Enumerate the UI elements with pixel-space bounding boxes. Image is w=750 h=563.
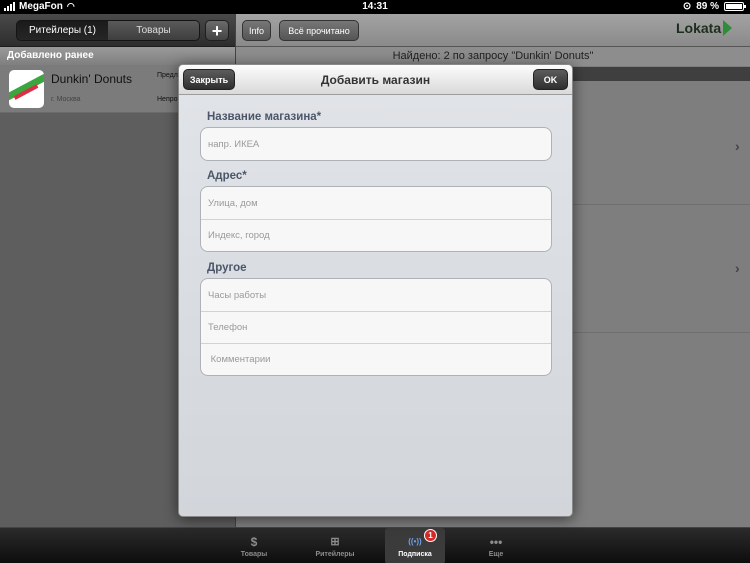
store-name-input[interactable] <box>201 128 551 160</box>
segment-products[interactable]: Товары <box>108 21 199 40</box>
tab-more[interactable]: ••• Еще <box>466 528 526 563</box>
section-header: Добавлено ранее <box>0 47 235 65</box>
orientation-lock-icon: ⊙ <box>682 1 692 12</box>
dollar-icon: $ <box>250 534 258 549</box>
comments-input[interactable] <box>201 344 551 375</box>
logo-arrow-icon <box>723 20 733 36</box>
left-toolbar: Ритейлеры (1) Товары + <box>0 14 235 47</box>
phone-field <box>201 311 551 343</box>
address-group <box>200 186 552 252</box>
store-offers-label: Предл <box>157 72 178 79</box>
tab-label: Ритейлеры <box>315 550 355 558</box>
broadcast-icon: ((•)) <box>408 536 422 546</box>
status-time: 14:31 <box>362 1 388 12</box>
chevron-right-icon[interactable]: › <box>735 260 740 276</box>
modal-body: Название магазина* Адрес* Другое <box>179 95 572 516</box>
store-logo-icon <box>9 70 44 108</box>
postcode-city-field <box>201 219 551 251</box>
notification-badge: 1 <box>424 529 437 542</box>
ipad-screen: MegaFon ◠ 14:31 ⊙ 89 % Ритейлеры (1) Тов… <box>0 0 750 563</box>
status-bar: MegaFon ◠ 14:31 ⊙ 89 % <box>0 0 750 14</box>
store-name-group <box>200 127 552 161</box>
store-name-field <box>201 128 551 160</box>
info-button[interactable]: Info <box>242 20 271 41</box>
comments-field <box>201 343 551 375</box>
other-group <box>200 278 552 376</box>
tab-label: Подписка <box>398 550 432 558</box>
street-field <box>201 187 551 219</box>
tab-retailers[interactable]: ⊞ Ритейлеры <box>305 528 365 563</box>
tab-bar: $ Товары ⊞ Ритейлеры ((•)) Подписка 1 ••… <box>0 527 750 563</box>
mark-all-read-button[interactable]: Всё прочитано <box>279 20 359 41</box>
logo-text: Lokata <box>676 20 722 36</box>
lokata-logo: Lokata <box>676 20 733 36</box>
street-input[interactable] <box>201 187 551 219</box>
store-name-label: Название магазина* <box>207 111 322 123</box>
tab-subscription[interactable]: ((•)) Подписка 1 <box>385 528 445 563</box>
segment-retailers[interactable]: Ритейлеры (1) <box>17 21 108 40</box>
chevron-right-icon[interactable]: › <box>735 138 740 154</box>
status-right: ⊙ 89 % <box>682 1 746 12</box>
postcode-city-input[interactable] <box>201 220 551 251</box>
modal-navbar: Закрыть Добавить магазин OK <box>179 65 572 95</box>
segmented-control: Ритейлеры (1) Товары <box>16 20 200 41</box>
add-store-modal: Закрыть Добавить магазин OK Название маг… <box>178 64 573 517</box>
cart-icon: ⊞ <box>330 535 340 548</box>
tab-label: Товары <box>240 550 268 558</box>
more-icon: ••• <box>489 534 503 549</box>
store-unread-label: Непро <box>157 96 178 103</box>
store-name: Dunkin' Donuts <box>51 72 132 86</box>
battery-fill <box>726 4 742 9</box>
ok-button[interactable]: OK <box>533 69 568 90</box>
tab-label: Еще <box>488 550 504 558</box>
modal-title: Добавить магазин <box>320 73 431 87</box>
phone-input[interactable] <box>201 312 551 343</box>
opening-hours-input[interactable] <box>201 279 551 311</box>
other-label: Другое <box>207 262 247 274</box>
right-toolbar: Info Всё прочитано Lokata <box>236 14 750 47</box>
add-store-button[interactable]: + <box>205 20 229 41</box>
battery-percent: 89 % <box>696 1 719 12</box>
store-city: г. Москва <box>51 96 81 103</box>
address-label: Адрес* <box>207 170 247 182</box>
tab-products[interactable]: $ Товары <box>224 528 284 563</box>
hours-field <box>201 279 551 311</box>
battery-icon <box>724 2 746 11</box>
